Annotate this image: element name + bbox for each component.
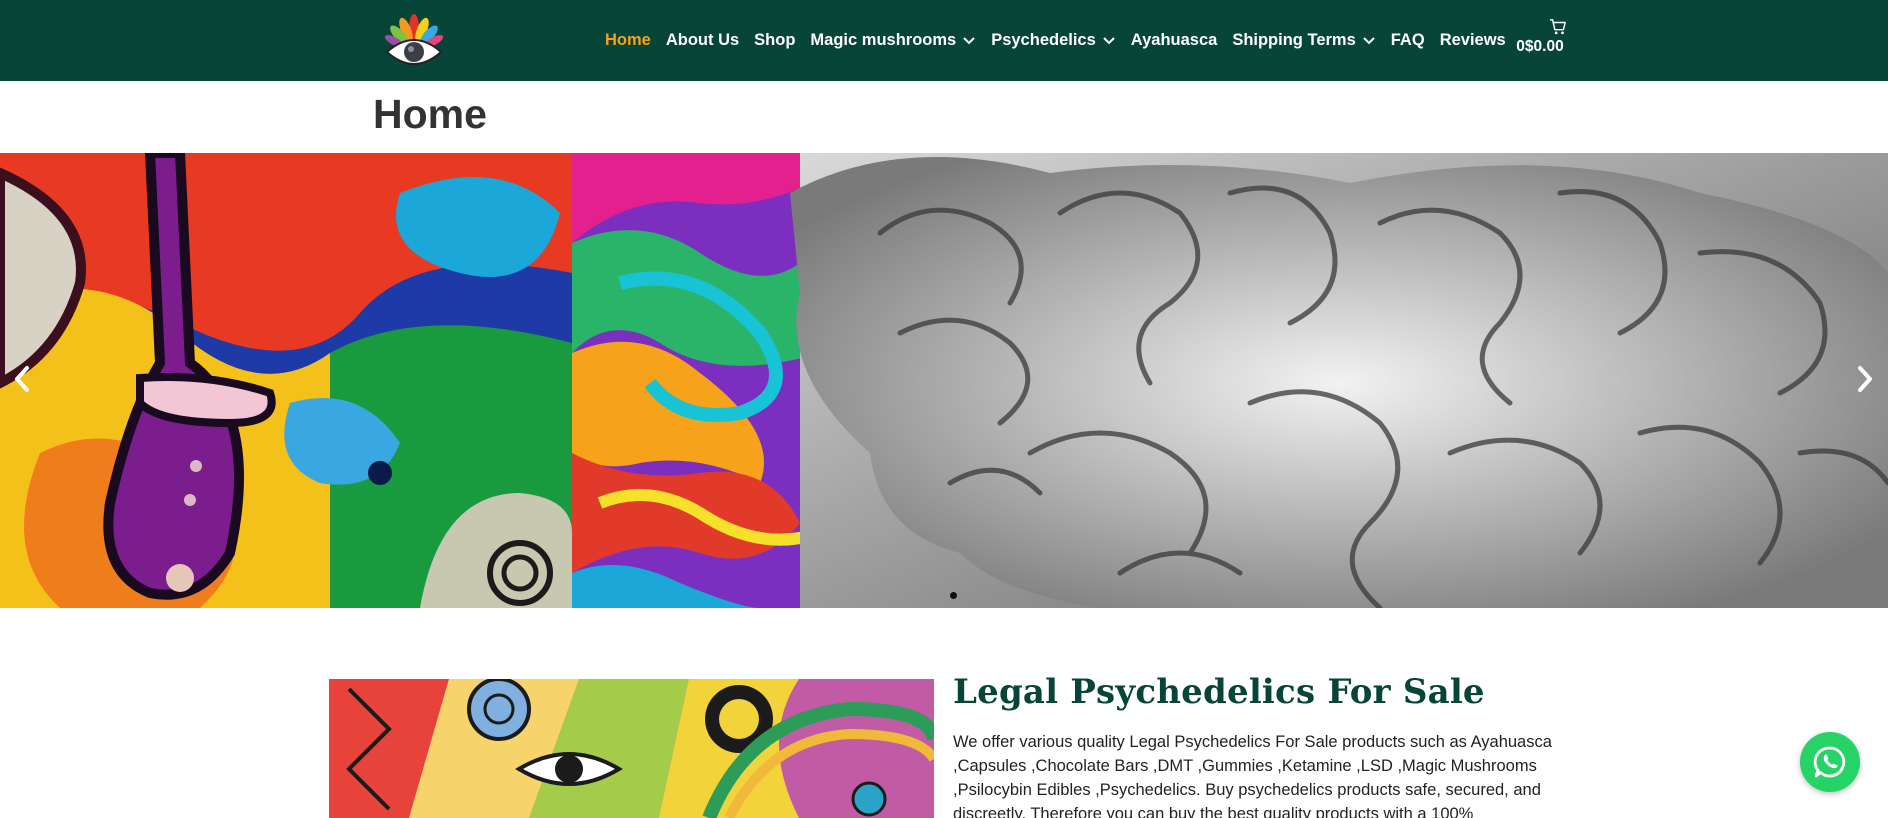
cart-icon[interactable] bbox=[1549, 18, 1567, 36]
page-title: Home bbox=[373, 91, 487, 137]
nav-psychedelics-label: Psychedelics bbox=[991, 31, 1096, 49]
nav-shipping-terms-label: Shipping Terms bbox=[1232, 31, 1356, 49]
nav-shop-label: Shop bbox=[754, 31, 796, 49]
chevron-left-icon[interactable] bbox=[10, 364, 34, 394]
cart-widget[interactable]: 0$0.00 bbox=[1510, 18, 1570, 56]
nav-ayahuasca[interactable]: Ayahuasca bbox=[1131, 31, 1218, 50]
nav-shipping-terms[interactable]: Shipping Terms bbox=[1232, 31, 1375, 50]
slider-dot-active[interactable] bbox=[950, 592, 957, 599]
main-navigation: Home About Us Shop Magic mushrooms Psych… bbox=[605, 0, 1521, 81]
nav-faq[interactable]: FAQ bbox=[1391, 31, 1425, 50]
nav-shop[interactable]: Shop bbox=[754, 31, 795, 50]
chevron-right-icon[interactable] bbox=[1853, 364, 1877, 394]
whatsapp-button[interactable] bbox=[1800, 732, 1860, 792]
eye-lotus-logo-icon[interactable] bbox=[384, 10, 444, 70]
nav-magic-mushrooms-label: Magic mushrooms bbox=[810, 31, 957, 49]
nav-faq-label: FAQ bbox=[1390, 31, 1425, 49]
nav-home[interactable]: Home bbox=[605, 31, 651, 50]
chevron-down-icon bbox=[1363, 36, 1375, 44]
cart-total[interactable]: 0$0.00 bbox=[1510, 38, 1570, 56]
nav-psychedelics[interactable]: Psychedelics bbox=[991, 31, 1116, 50]
section-body: We offer various quality Legal Psychedel… bbox=[953, 733, 1552, 818]
hero-slider[interactable] bbox=[0, 153, 1888, 608]
psychedelic-art-image bbox=[329, 679, 934, 818]
nav-reviews-label: Reviews bbox=[1439, 31, 1506, 49]
nav-ayahuasca-label: Ayahuasca bbox=[1130, 31, 1218, 49]
section-title: Legal Psychedelics For Sale bbox=[953, 672, 1485, 712]
chevron-down-icon bbox=[1103, 36, 1115, 44]
site-header: Home About Us Shop Magic mushrooms Psych… bbox=[0, 0, 1888, 81]
chevron-down-icon bbox=[963, 36, 975, 44]
nav-reviews[interactable]: Reviews bbox=[1440, 31, 1506, 50]
nav-magic-mushrooms[interactable]: Magic mushrooms bbox=[810, 31, 976, 50]
nav-about-us[interactable]: About Us bbox=[666, 31, 739, 50]
whatsapp-icon bbox=[1813, 746, 1846, 778]
nav-about-us-label: About Us bbox=[665, 31, 740, 49]
slide-image bbox=[0, 153, 1888, 608]
nav-home-label: Home bbox=[605, 31, 651, 49]
